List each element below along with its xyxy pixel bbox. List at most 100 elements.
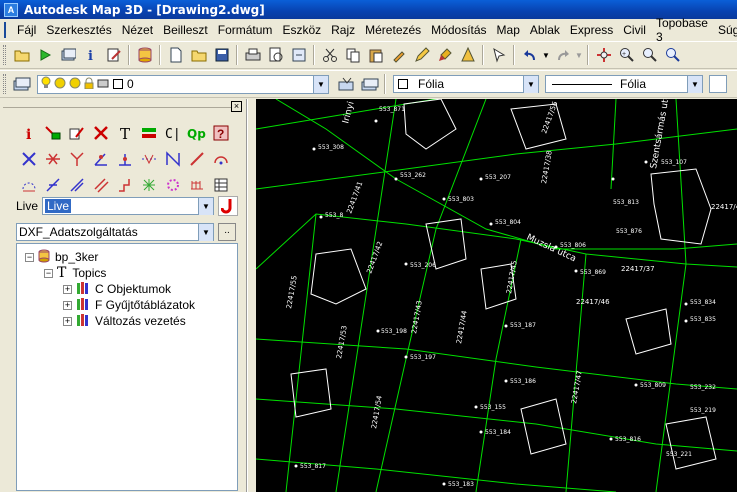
delete-feature-icon[interactable] (89, 121, 113, 145)
menu-window[interactable]: Ablak (525, 23, 565, 37)
tree-topics[interactable]: − T Topics (44, 265, 106, 281)
parallel-icon[interactable] (89, 173, 113, 197)
info-icon[interactable]: i (79, 44, 102, 66)
live-dropdown-arrow-icon[interactable]: ▼ (198, 198, 213, 215)
label-tool-icon[interactable] (137, 121, 161, 145)
tree-item-objects[interactable]: + C Objektumok (63, 281, 171, 297)
plot-preview-icon[interactable] (264, 44, 287, 66)
menu-view[interactable]: Nézet (117, 23, 158, 37)
panel-splitter[interactable] (247, 99, 256, 492)
lightbulb-icon[interactable] (41, 76, 51, 93)
database-icon[interactable] (133, 44, 156, 66)
block-editor-icon[interactable] (456, 44, 479, 66)
snap-angle-icon[interactable] (65, 173, 89, 197)
extend-icon[interactable] (137, 147, 161, 171)
lineweight-control-dropdown[interactable] (709, 75, 727, 93)
close-icon[interactable]: × (231, 101, 242, 112)
menu-modify[interactable]: Módosítás (426, 23, 491, 37)
info-tool-icon[interactable]: i (17, 121, 41, 145)
angle-icon[interactable] (89, 147, 113, 171)
menu-format[interactable]: Formátum (213, 23, 278, 37)
menu-help[interactable]: Súgó (713, 23, 737, 37)
color-dropdown-arrow-icon[interactable]: ▼ (523, 76, 538, 93)
zoom-realtime-icon[interactable]: + (615, 44, 638, 66)
collapse-toggle[interactable]: − (44, 268, 53, 278)
insert-feature-icon[interactable] (41, 121, 65, 145)
viewport-freeze-icon[interactable] (69, 77, 81, 92)
fence-icon[interactable] (185, 173, 209, 197)
live-dropdown[interactable]: Live ▼ (42, 197, 214, 215)
topobase-logo-icon[interactable] (218, 196, 238, 216)
color-control-dropdown[interactable]: Fólia ▼ (393, 75, 539, 93)
plot-style-icon[interactable] (97, 77, 109, 92)
table-icon[interactable] (209, 173, 233, 197)
open-folder-icon[interactable] (10, 44, 33, 66)
publish-icon[interactable] (287, 44, 310, 66)
browse-button[interactable]: .. (218, 223, 236, 241)
menu-map[interactable]: Map (492, 23, 525, 37)
pattern-icon[interactable] (137, 173, 161, 197)
cut-icon[interactable] (318, 44, 341, 66)
split-icon[interactable] (41, 147, 65, 171)
toolbar-grip[interactable] (3, 74, 6, 94)
menu-dimension[interactable]: Méretezés (360, 23, 426, 37)
redo-icon[interactable] (551, 44, 574, 66)
edit-feature-icon[interactable] (65, 121, 89, 145)
match-properties-icon[interactable] (387, 44, 410, 66)
linetype-control-dropdown[interactable]: Fólia ▼ (545, 75, 703, 93)
zoom-previous-icon[interactable] (661, 44, 684, 66)
redo-dropdown-icon[interactable]: ▼ (574, 44, 584, 66)
source-dropdown[interactable]: DXF_Adatszolgáltatás ▼ (16, 223, 214, 241)
line-draw-icon[interactable] (185, 147, 209, 171)
qp-tool-icon[interactable]: Qp (185, 121, 209, 145)
snap-line-icon[interactable] (41, 173, 65, 197)
help-tool-icon[interactable]: ? (209, 121, 233, 145)
document-system-icon[interactable] (4, 22, 6, 38)
collapse-toggle[interactable]: − (25, 252, 34, 262)
padlock-icon[interactable] (84, 77, 94, 92)
select-tool-icon[interactable] (487, 44, 510, 66)
brush-icon[interactable] (433, 44, 456, 66)
copy-icon[interactable] (341, 44, 364, 66)
expand-toggle[interactable]: + (63, 300, 72, 310)
plot-icon[interactable] (241, 44, 264, 66)
step-line-icon[interactable] (113, 173, 137, 197)
save-icon[interactable] (210, 44, 233, 66)
text-tool-icon[interactable]: T (113, 121, 137, 145)
open-file-icon[interactable] (187, 44, 210, 66)
zoom-window-icon[interactable] (638, 44, 661, 66)
menu-civil[interactable]: Civil (618, 23, 651, 37)
menu-file[interactable]: Fájl (12, 23, 41, 37)
layer-manager-icon[interactable] (56, 44, 79, 66)
expand-toggle[interactable]: + (63, 316, 72, 326)
perpendicular-icon[interactable] (113, 147, 137, 171)
menu-insert[interactable]: Beilleszt (158, 23, 213, 37)
pan-realtime-icon[interactable] (592, 44, 615, 66)
arc-icon[interactable] (209, 147, 233, 171)
tree-root[interactable]: − bp_3ker (25, 249, 98, 265)
new-file-icon[interactable] (164, 44, 187, 66)
menu-express[interactable]: Express (565, 23, 618, 37)
layer-combo[interactable]: 0 ▼ (37, 74, 329, 94)
menu-draw[interactable]: Rajz (326, 23, 360, 37)
menu-topobase[interactable]: Topobase 3 (651, 16, 713, 44)
source-dropdown-arrow-icon[interactable]: ▼ (198, 224, 213, 241)
layer-properties-icon[interactable] (10, 73, 33, 95)
cross-lines-icon[interactable] (17, 147, 41, 171)
merge-icon[interactable] (65, 147, 89, 171)
menu-edit[interactable]: Szerkesztés (41, 23, 116, 37)
drawing-canvas[interactable]: 553_871 553_308 553_262 553_207 553_803 … (256, 99, 737, 492)
edit-icon[interactable] (102, 44, 125, 66)
make-current-layer-icon[interactable] (335, 73, 358, 95)
dashed-arc-icon[interactable] (17, 173, 41, 197)
tree-item-collections[interactable]: + F Gyűjtőtáblázatok (63, 297, 195, 313)
toolbar-grip[interactable] (3, 45, 6, 65)
node-icon[interactable] (161, 147, 185, 171)
undo-dropdown-icon[interactable]: ▼ (541, 44, 551, 66)
layer-previous-icon[interactable] (358, 73, 381, 95)
run-icon[interactable] (33, 44, 56, 66)
menu-tools[interactable]: Eszköz (277, 23, 326, 37)
pencil-icon[interactable] (410, 44, 433, 66)
sun-icon[interactable] (54, 77, 66, 92)
circle-dots-icon[interactable] (161, 173, 185, 197)
